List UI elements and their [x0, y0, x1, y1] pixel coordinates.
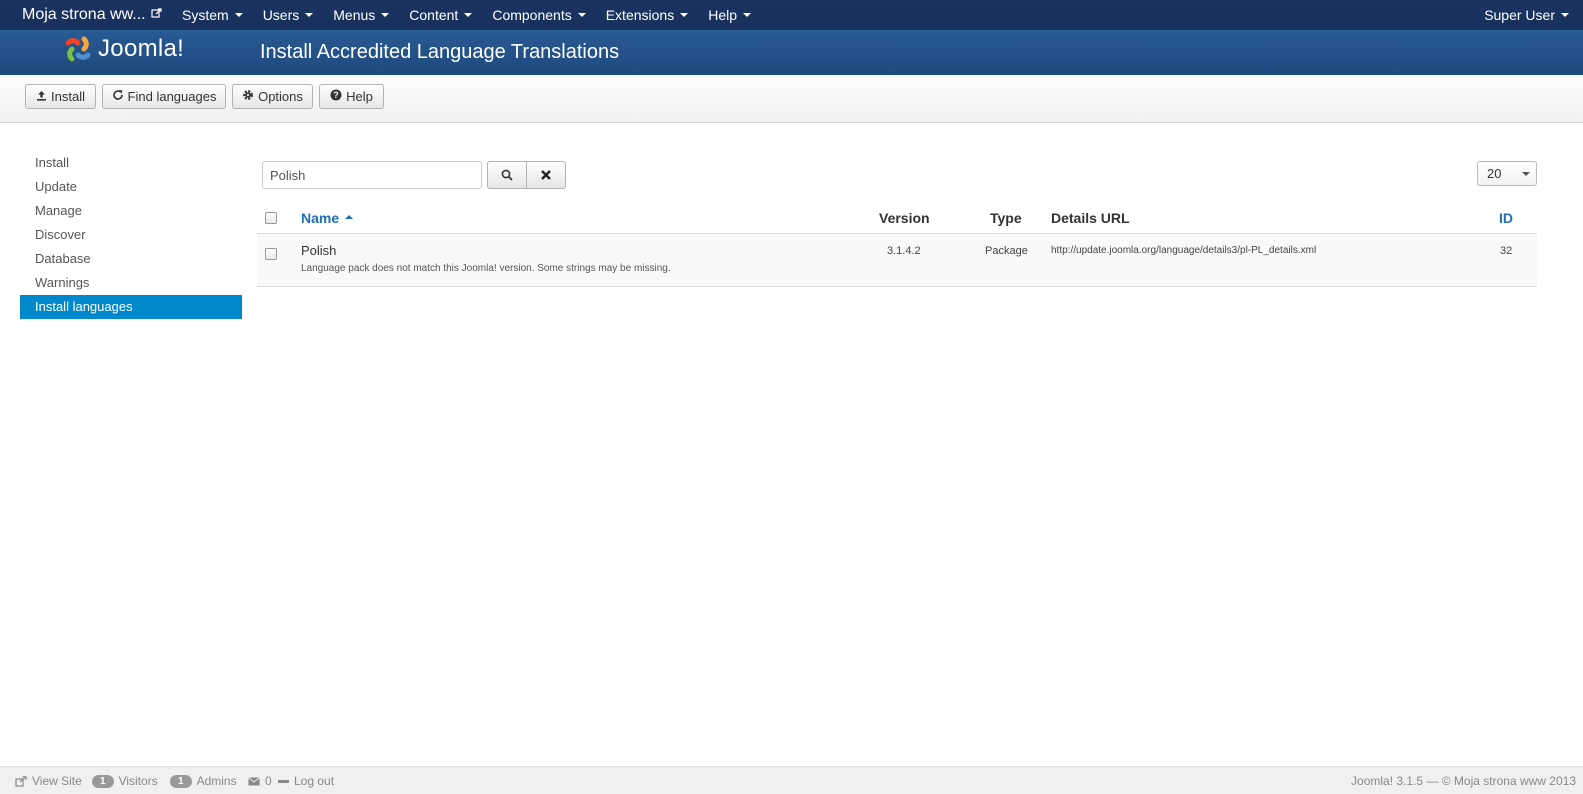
caret-down-icon: [1522, 172, 1530, 176]
admins-count-badge: 1: [170, 774, 192, 788]
site-name-link[interactable]: Moja strona ww...: [0, 6, 172, 24]
column-id-header[interactable]: ID: [1499, 210, 1513, 226]
language-id: 32: [1500, 245, 1513, 257]
menu-extensions[interactable]: Extensions: [596, 0, 698, 30]
language-type: Package: [985, 245, 1028, 257]
menu-label: Users: [262, 7, 300, 23]
caret-down-icon: [743, 13, 751, 17]
header-band: Joomla! Install Accredited Language Tran…: [0, 30, 1583, 75]
menu-label: Content: [409, 7, 459, 23]
install-button-label: Install: [51, 89, 85, 104]
install-button[interactable]: Install: [25, 84, 96, 109]
question-icon: ?: [330, 89, 342, 104]
help-button-label: Help: [346, 89, 373, 104]
language-version: 3.1.4.2: [887, 245, 921, 257]
visitors-count-badge: 1: [92, 774, 114, 788]
logout-link[interactable]: Log out: [278, 774, 334, 788]
messages-count: 0: [265, 774, 272, 788]
page-title: Install Accredited Language Translations: [260, 41, 620, 63]
menu-label: Components: [492, 7, 572, 23]
caret-down-icon: [305, 13, 314, 17]
caret-down-icon: [381, 13, 390, 17]
search-button[interactable]: [487, 161, 527, 189]
languages-table: Name Version Type Details URL ID Polish …: [257, 203, 1537, 287]
language-name: Polish: [301, 243, 337, 258]
column-details-url-header: Details URL: [1051, 210, 1130, 226]
joomla-logo[interactable]: Joomla!: [62, 33, 184, 65]
menu-content[interactable]: Content: [399, 0, 482, 30]
toolbar: Install Find languages Options ? Help: [0, 75, 1583, 123]
caret-down-icon: [464, 13, 473, 17]
column-type-header: Type: [990, 210, 1022, 226]
details-url: http://update.joomla.org/language/detail…: [1051, 245, 1317, 256]
caret-down-icon: [577, 13, 586, 17]
options-button[interactable]: Options: [232, 84, 313, 109]
minus-icon: [278, 779, 289, 783]
list-limit-value: 20: [1487, 166, 1502, 181]
menu-components[interactable]: Components: [482, 0, 595, 30]
sidebar-item-warnings[interactable]: Warnings: [20, 271, 242, 295]
menu-label: Menus: [333, 7, 376, 23]
column-name-header[interactable]: Name: [301, 210, 354, 226]
menu-label: Help: [708, 7, 737, 23]
view-site-link[interactable]: View Site: [15, 774, 82, 788]
menu-users[interactable]: Users: [253, 0, 324, 30]
options-button-label: Options: [258, 89, 303, 104]
caret-down-icon: [680, 13, 689, 17]
user-name: Super User: [1484, 7, 1555, 23]
admins-indicator: 1 Admins: [170, 774, 237, 788]
main-menu: System Users Menus Content Components Ex…: [172, 0, 761, 30]
menu-label: System: [182, 7, 229, 23]
caret-down-icon: [1561, 13, 1569, 17]
column-version-header: Version: [879, 210, 930, 226]
refresh-icon: [112, 89, 124, 104]
select-all-checkbox[interactable]: [265, 212, 277, 224]
find-languages-button-label: Find languages: [127, 89, 217, 104]
caret-down-icon: [234, 13, 243, 17]
joomla-logo-text: Joomla!: [98, 35, 185, 62]
sort-ascending-icon: [345, 215, 354, 220]
help-button[interactable]: ? Help: [319, 84, 384, 109]
visitors-label: Visitors: [118, 774, 158, 788]
table-header: Name Version Type Details URL ID: [257, 203, 1537, 234]
sidebar-item-update[interactable]: Update: [20, 175, 242, 199]
menu-help[interactable]: Help: [698, 0, 761, 30]
table-row: Polish Language pack does not match this…: [257, 234, 1537, 287]
svg-text:?: ?: [333, 90, 339, 100]
clear-button[interactable]: [526, 161, 566, 189]
sidebar-item-install-languages[interactable]: Install languages: [20, 295, 242, 319]
admins-label: Admins: [196, 774, 237, 788]
close-icon: [541, 170, 551, 180]
external-link-icon: [151, 8, 162, 22]
menu-label: Extensions: [605, 7, 675, 23]
external-link-icon: [15, 775, 27, 787]
user-menu[interactable]: Super User: [1484, 0, 1569, 30]
status-footer: View Site 1 Visitors 1 Admins 0 Log out …: [0, 766, 1583, 794]
menu-system[interactable]: System: [172, 0, 253, 30]
envelope-icon: [248, 776, 260, 785]
search-input[interactable]: [262, 161, 482, 189]
top-navbar: Moja strona ww... System Users Menus Con…: [0, 0, 1583, 30]
gear-icon: [242, 89, 254, 104]
list-limit-select[interactable]: 20: [1477, 161, 1537, 186]
messages-indicator[interactable]: 0: [248, 774, 272, 788]
sidebar-item-install[interactable]: Install: [20, 151, 242, 175]
joomla-logo-icon: [65, 36, 91, 62]
column-name-label: Name: [301, 210, 340, 226]
sidebar-item-discover[interactable]: Discover: [20, 223, 242, 247]
view-site-label: View Site: [32, 774, 82, 788]
copyright-text: Joomla! 3.1.5 — © Moja strona www 2013: [1351, 774, 1576, 788]
menu-menus[interactable]: Menus: [323, 0, 399, 30]
find-languages-button[interactable]: Find languages: [102, 84, 226, 109]
sidebar: Install Update Manage Discover Database …: [20, 151, 242, 319]
site-name: Moja strona ww...: [22, 6, 146, 23]
sidebar-item-database[interactable]: Database: [20, 247, 242, 271]
search-icon: [501, 169, 513, 181]
visitors-indicator: 1 Visitors: [92, 774, 158, 788]
upload-icon: [36, 90, 47, 104]
version-warning-note: Language pack does not match this Joomla…: [301, 263, 671, 274]
sidebar-item-manage[interactable]: Manage: [20, 199, 242, 223]
logout-label: Log out: [294, 774, 335, 788]
row-checkbox[interactable]: [265, 248, 277, 260]
